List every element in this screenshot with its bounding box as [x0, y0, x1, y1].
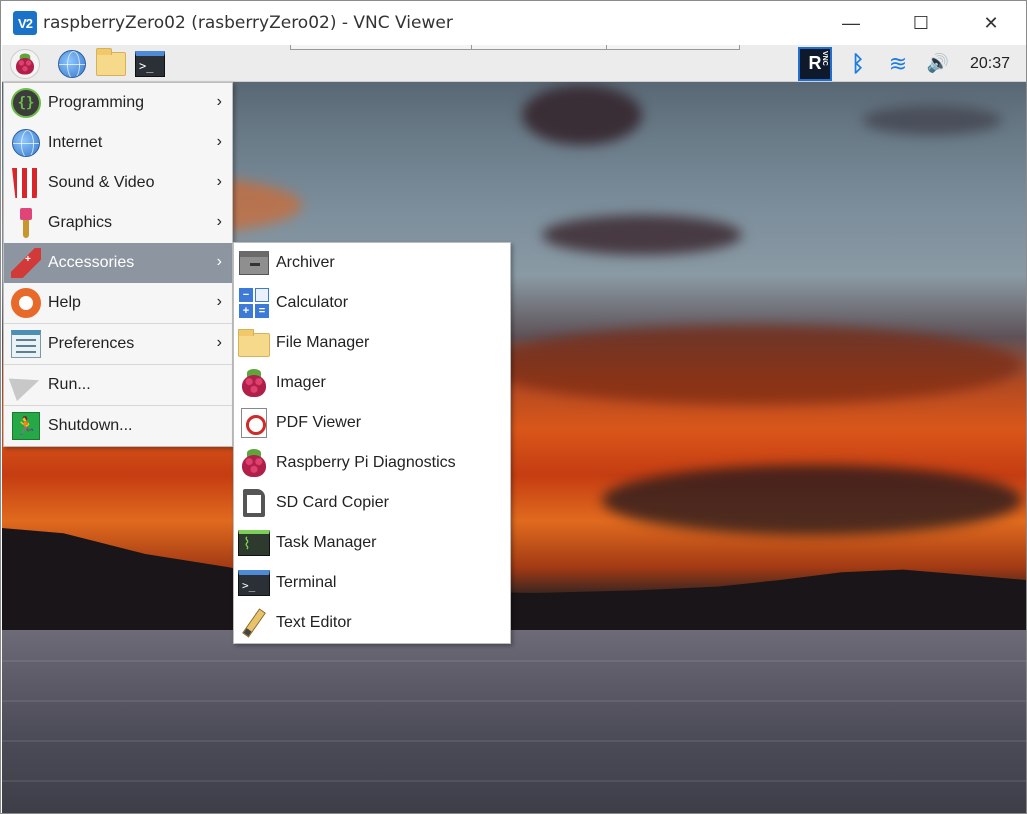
system-tray: R VNC ᛒ ≋ 🔊 20:37 — [797, 45, 1026, 82]
lifebuoy-icon — [10, 287, 42, 319]
close-button[interactable]: ✕ — [956, 1, 1026, 45]
wallpaper-water — [2, 630, 1026, 813]
task-manager-icon — [238, 527, 270, 559]
programming-icon: {} — [10, 87, 42, 119]
terminal-launcher[interactable]: >_ — [135, 49, 165, 79]
pocketknife-icon — [10, 247, 42, 279]
submenu-item-label: Archiver — [276, 254, 335, 271]
folder-icon — [96, 48, 126, 76]
wallpaper-cloud — [522, 85, 642, 145]
file-manager-launcher[interactable] — [96, 48, 126, 79]
application-menu: {} Programming › Internet › Sound & Vide… — [3, 82, 233, 447]
raspberry-icon — [238, 447, 270, 479]
menu-item-label: Graphics — [48, 214, 113, 231]
wallpaper-cloud — [602, 465, 1022, 535]
folder-icon — [238, 327, 270, 359]
wifi-icon[interactable]: ≋ — [882, 49, 914, 79]
chevron-right-icon: › — [216, 213, 222, 230]
paper-plane-icon — [8, 368, 44, 402]
popcorn-icon — [10, 167, 42, 199]
raspberry-logo-icon — [10, 49, 40, 79]
preferences-icon — [10, 328, 42, 360]
submenu-item-label: Text Editor — [276, 614, 352, 631]
submenu-item-label: Calculator — [276, 294, 349, 311]
menu-item-graphics[interactable]: Graphics › — [4, 203, 232, 243]
chevron-right-icon: › — [216, 173, 222, 190]
menu-item-sound-video[interactable]: Sound & Video › — [4, 163, 232, 203]
menu-item-run[interactable]: Run... — [4, 364, 232, 405]
wallpaper-mountains — [2, 528, 1026, 645]
submenu-item-label: Imager — [276, 374, 326, 391]
menu-item-internet[interactable]: Internet › — [4, 123, 232, 163]
terminal-icon: >_ — [238, 567, 270, 599]
submenu-item-label: Terminal — [276, 574, 337, 591]
menu-item-label: Run... — [48, 376, 91, 393]
submenu-item-imager[interactable]: Imager — [234, 363, 510, 403]
menu-item-label: Programming — [48, 94, 145, 111]
pdf-magnifier-icon — [238, 407, 270, 439]
wallpaper-cloud — [862, 105, 1002, 135]
vnc-server-tray-icon[interactable]: R VNC — [797, 46, 832, 81]
submenu-item-archiver[interactable]: Archiver — [234, 243, 510, 283]
title-bar[interactable]: V2 raspberryZero02 (rasberryZero02) - VN… — [1, 1, 1026, 45]
calculator-icon: − + = — [238, 287, 270, 319]
chevron-right-icon: › — [216, 253, 222, 270]
maximize-button[interactable]: ☐ — [886, 1, 956, 45]
taskbar-panel: >_ R VNC ᛒ ≋ 🔊 20:37 — [2, 45, 1026, 82]
pencil-icon — [238, 607, 270, 639]
submenu-item-terminal[interactable]: >_ Terminal — [234, 563, 510, 603]
sd-card-icon — [238, 487, 270, 519]
window-title: raspberryZero02 (rasberryZero02) - VNC V… — [43, 13, 453, 33]
exit-icon: 🏃 — [10, 410, 42, 442]
submenu-item-label: Task Manager — [276, 534, 377, 551]
wallpaper-cloud — [542, 215, 742, 255]
minimize-button[interactable]: — — [816, 1, 886, 45]
taskbar-window-list[interactable] — [290, 45, 740, 50]
window-controls: — ☐ ✕ — [816, 1, 1026, 45]
remote-desktop[interactable]: >_ R VNC ᛒ ≋ 🔊 20:37 {} Programming › In… — [2, 45, 1026, 813]
submenu-item-label: PDF Viewer — [276, 414, 362, 431]
chevron-right-icon: › — [216, 93, 222, 110]
submenu-item-label: Raspberry Pi Diagnostics — [276, 454, 456, 471]
chevron-right-icon: › — [216, 334, 222, 351]
vnc-app-icon: V2 — [13, 11, 37, 35]
vnc-viewer-window: V2 raspberryZero02 (rasberryZero02) - VN… — [0, 0, 1027, 814]
menu-item-accessories[interactable]: Accessories › — [4, 243, 232, 283]
menu-item-label: Sound & Video — [48, 174, 155, 191]
chevron-right-icon: › — [216, 293, 222, 310]
submenu-item-label: File Manager — [276, 334, 370, 351]
wallpaper-cloud — [482, 325, 1022, 405]
submenu-item-calculator[interactable]: − + = Calculator — [234, 283, 510, 323]
menu-item-label: Shutdown... — [48, 417, 133, 434]
terminal-icon: >_ — [135, 51, 165, 77]
chevron-right-icon: › — [216, 133, 222, 150]
menu-item-label: Help — [48, 294, 81, 311]
archive-icon — [238, 247, 270, 279]
submenu-item-label: SD Card Copier — [276, 494, 389, 511]
menu-item-preferences[interactable]: Preferences › — [4, 323, 232, 364]
submenu-item-file-manager[interactable]: File Manager — [234, 323, 510, 363]
menu-item-programming[interactable]: {} Programming › — [4, 83, 232, 123]
submenu-item-rpi-diagnostics[interactable]: Raspberry Pi Diagnostics — [234, 443, 510, 483]
bluetooth-icon[interactable]: ᛒ — [842, 49, 874, 79]
volume-icon[interactable]: 🔊 — [922, 49, 954, 79]
paintbrush-icon — [10, 207, 42, 239]
menu-item-shutdown[interactable]: 🏃 Shutdown... — [4, 405, 232, 446]
submenu-item-task-manager[interactable]: Task Manager — [234, 523, 510, 563]
menu-item-label: Preferences — [48, 335, 135, 352]
menu-item-label: Accessories — [48, 254, 135, 271]
accessories-submenu: Archiver − + = Calculator File Manager Im… — [233, 242, 511, 644]
globe-icon — [10, 127, 42, 159]
submenu-item-pdf-viewer[interactable]: PDF Viewer — [234, 403, 510, 443]
clock[interactable]: 20:37 — [970, 55, 1010, 73]
submenu-item-text-editor[interactable]: Text Editor — [234, 603, 510, 643]
web-browser-launcher[interactable] — [57, 49, 87, 79]
menu-item-label: Internet — [48, 134, 103, 151]
raspberry-menu-button[interactable] — [10, 49, 40, 79]
raspberry-icon — [238, 367, 270, 399]
menu-item-help[interactable]: Help › — [4, 283, 232, 323]
globe-icon — [58, 50, 86, 78]
submenu-item-sd-card-copier[interactable]: SD Card Copier — [234, 483, 510, 523]
